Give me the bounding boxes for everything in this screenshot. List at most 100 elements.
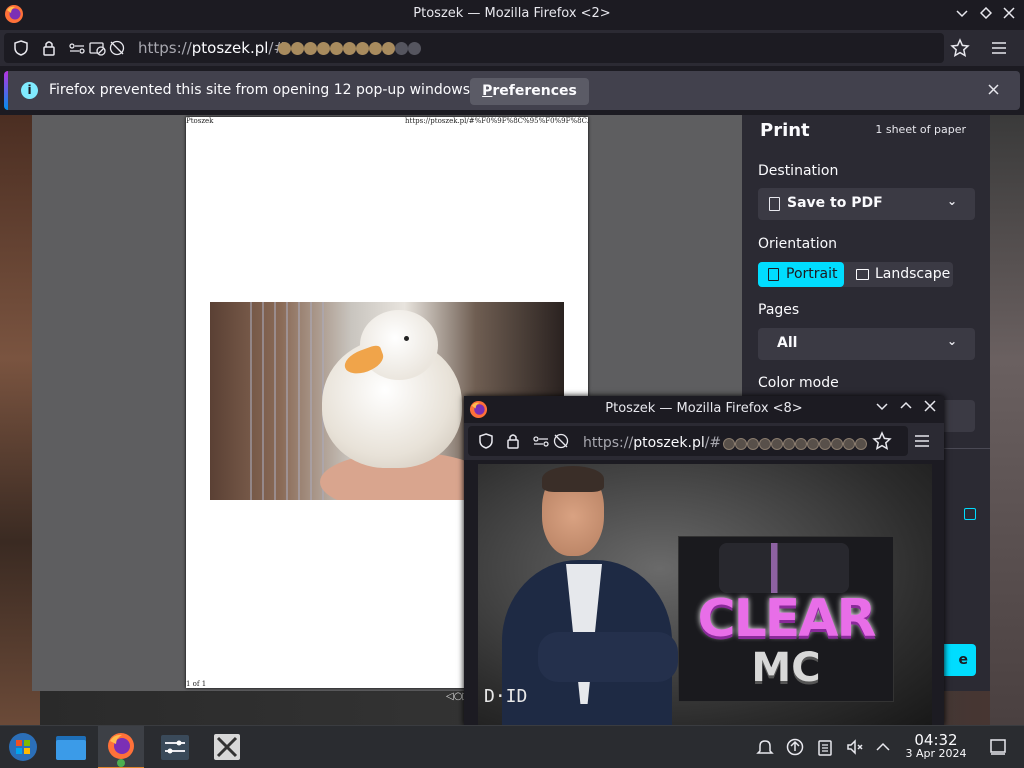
portrait-label: Portrait bbox=[786, 266, 838, 282]
firefox-logo-icon bbox=[108, 733, 134, 767]
chevron-up-icon bbox=[900, 401, 912, 409]
portrait-option[interactable]: Portrait bbox=[758, 262, 844, 287]
pages-label: Pages bbox=[758, 302, 800, 318]
taskbar-xorg-app[interactable] bbox=[204, 726, 250, 768]
hamburger-menu-icon[interactable] bbox=[990, 40, 1008, 56]
updates-icon[interactable] bbox=[785, 737, 805, 757]
popup-blocked-icon[interactable] bbox=[88, 40, 106, 56]
orientation-toggle: Portrait Landscape bbox=[758, 262, 953, 287]
popup-minimize-button[interactable] bbox=[872, 399, 892, 419]
popup-maximize-button[interactable] bbox=[896, 399, 916, 419]
x-app-icon bbox=[214, 734, 240, 760]
popup-close-button[interactable] bbox=[920, 399, 940, 419]
sheet-count: 1 sheet of paper bbox=[875, 123, 966, 136]
notifications-bell-icon[interactable] bbox=[755, 737, 775, 757]
logo-line-2: MC bbox=[751, 645, 821, 691]
info-icon: i bbox=[21, 82, 38, 99]
taskbar-file-manager[interactable] bbox=[48, 726, 94, 768]
permissions-icon[interactable] bbox=[68, 40, 86, 56]
preferences-button[interactable]: Preferences bbox=[470, 78, 589, 105]
clipboard-icon[interactable] bbox=[815, 737, 835, 757]
shield-icon[interactable] bbox=[477, 433, 495, 449]
clear-mc-logo: CLEAR MC bbox=[678, 536, 894, 702]
popup-video[interactable]: CLEAR MC D·ID bbox=[478, 464, 932, 726]
taskbar-settings[interactable] bbox=[152, 726, 198, 768]
landscape-label: Landscape bbox=[875, 266, 951, 282]
popup-window: Ptoszek — Mozilla Firefox <8> https://pt… bbox=[464, 396, 944, 726]
bookmark-star-icon[interactable] bbox=[950, 38, 970, 58]
popup-url-emoji-fragment bbox=[723, 438, 867, 450]
sliders-icon bbox=[161, 735, 189, 760]
popup-url-scheme: https:// bbox=[583, 435, 634, 451]
popup-url-bar[interactable]: https://ptoszek.pl/# bbox=[468, 426, 908, 456]
maximize-button[interactable] bbox=[975, 4, 997, 26]
show-desktop-icon[interactable] bbox=[988, 737, 1008, 757]
close-window-button[interactable] bbox=[998, 4, 1020, 26]
destination-select[interactable]: Save to PDF ⌄ bbox=[758, 188, 975, 220]
destination-label: Destination bbox=[758, 163, 839, 179]
video-watermark: D·ID bbox=[484, 686, 528, 707]
sheet-header-left: Ptoszek bbox=[186, 117, 214, 125]
lock-icon[interactable] bbox=[40, 40, 58, 56]
start-menu-button[interactable] bbox=[0, 726, 46, 768]
popup-nav-bar: https://ptoszek.pl/# bbox=[464, 423, 944, 460]
taskbar-firefox[interactable] bbox=[98, 726, 144, 768]
close-icon bbox=[1003, 7, 1015, 19]
popup-url-path: /# bbox=[704, 435, 722, 451]
print-title: Print bbox=[760, 120, 810, 141]
minimize-button[interactable] bbox=[951, 4, 973, 26]
bookmark-star-icon[interactable] bbox=[872, 431, 892, 451]
windows-orb-icon bbox=[9, 733, 37, 761]
popup-url-host: ptoszek.pl bbox=[633, 435, 705, 451]
chevron-down-icon: ⌄ bbox=[946, 194, 957, 208]
sheet-header-right: https://ptoszek.pl/#%F0%9F%8C%95%F0%9F%8… bbox=[405, 117, 588, 125]
title-bar: Ptoszek — Mozilla Firefox <2> bbox=[0, 0, 1024, 30]
chevron-down-icon: ⌄ bbox=[946, 334, 957, 348]
orientation-label: Orientation bbox=[758, 236, 838, 252]
landscape-option[interactable]: Landscape bbox=[848, 262, 953, 287]
chevron-up-icon[interactable] bbox=[873, 737, 893, 757]
folder-icon bbox=[56, 736, 86, 760]
url-text[interactable]: https://ptoszek.pl/# bbox=[138, 39, 286, 57]
diamond-icon bbox=[979, 6, 993, 20]
notification-message: Firefox prevented this site from opening… bbox=[49, 82, 475, 98]
logo-line-1: CLEAR bbox=[697, 589, 876, 649]
notification-accent bbox=[4, 71, 8, 110]
autoplay-blocked-icon[interactable] bbox=[108, 40, 126, 56]
window-title: Ptoszek — Mozilla Firefox <2> bbox=[413, 6, 611, 21]
pages-select[interactable]: All ⌄ bbox=[758, 328, 975, 360]
preferences-accesskey: P bbox=[482, 83, 493, 99]
notification-close-button[interactable] bbox=[988, 80, 999, 99]
logo-characters bbox=[719, 543, 849, 593]
clock-date[interactable]: 3 Apr 2024 bbox=[900, 747, 972, 760]
close-icon bbox=[988, 84, 999, 95]
shield-icon[interactable] bbox=[12, 40, 30, 56]
portrait-icon bbox=[768, 268, 779, 281]
presenter-arms bbox=[538, 632, 678, 682]
sheet-footer-left: 1 of 1 bbox=[186, 680, 207, 688]
popup-blocked-notification: i Firefox prevented this site from openi… bbox=[4, 71, 1020, 110]
autoplay-blocked-icon[interactable] bbox=[552, 433, 570, 449]
hamburger-menu-icon[interactable] bbox=[913, 433, 931, 449]
permissions-icon[interactable] bbox=[532, 433, 550, 449]
background-image-right bbox=[990, 115, 1024, 725]
lock-icon[interactable] bbox=[504, 433, 522, 449]
presenter-hair bbox=[542, 466, 604, 492]
document-icon bbox=[769, 197, 780, 211]
popup-url-text[interactable]: https://ptoszek.pl/# bbox=[583, 435, 721, 451]
landscape-icon bbox=[856, 269, 869, 280]
external-link-icon[interactable] bbox=[964, 508, 976, 520]
volume-muted-icon[interactable] bbox=[845, 737, 865, 757]
url-emoji-fragment bbox=[278, 42, 421, 55]
taskbar bbox=[0, 725, 1024, 768]
pages-value: All bbox=[777, 335, 798, 351]
url-host: ptoszek.pl bbox=[191, 39, 269, 57]
color-mode-label: Color mode bbox=[758, 375, 839, 391]
preferences-label: references bbox=[492, 83, 577, 99]
url-scheme: https:// bbox=[138, 39, 192, 57]
url-bar[interactable]: https://ptoszek.pl/# bbox=[4, 33, 944, 63]
close-icon bbox=[924, 400, 936, 412]
chevron-down-icon bbox=[876, 403, 888, 411]
nav-bar: https://ptoszek.pl/# bbox=[0, 30, 1024, 66]
chevron-down-icon bbox=[956, 10, 968, 18]
